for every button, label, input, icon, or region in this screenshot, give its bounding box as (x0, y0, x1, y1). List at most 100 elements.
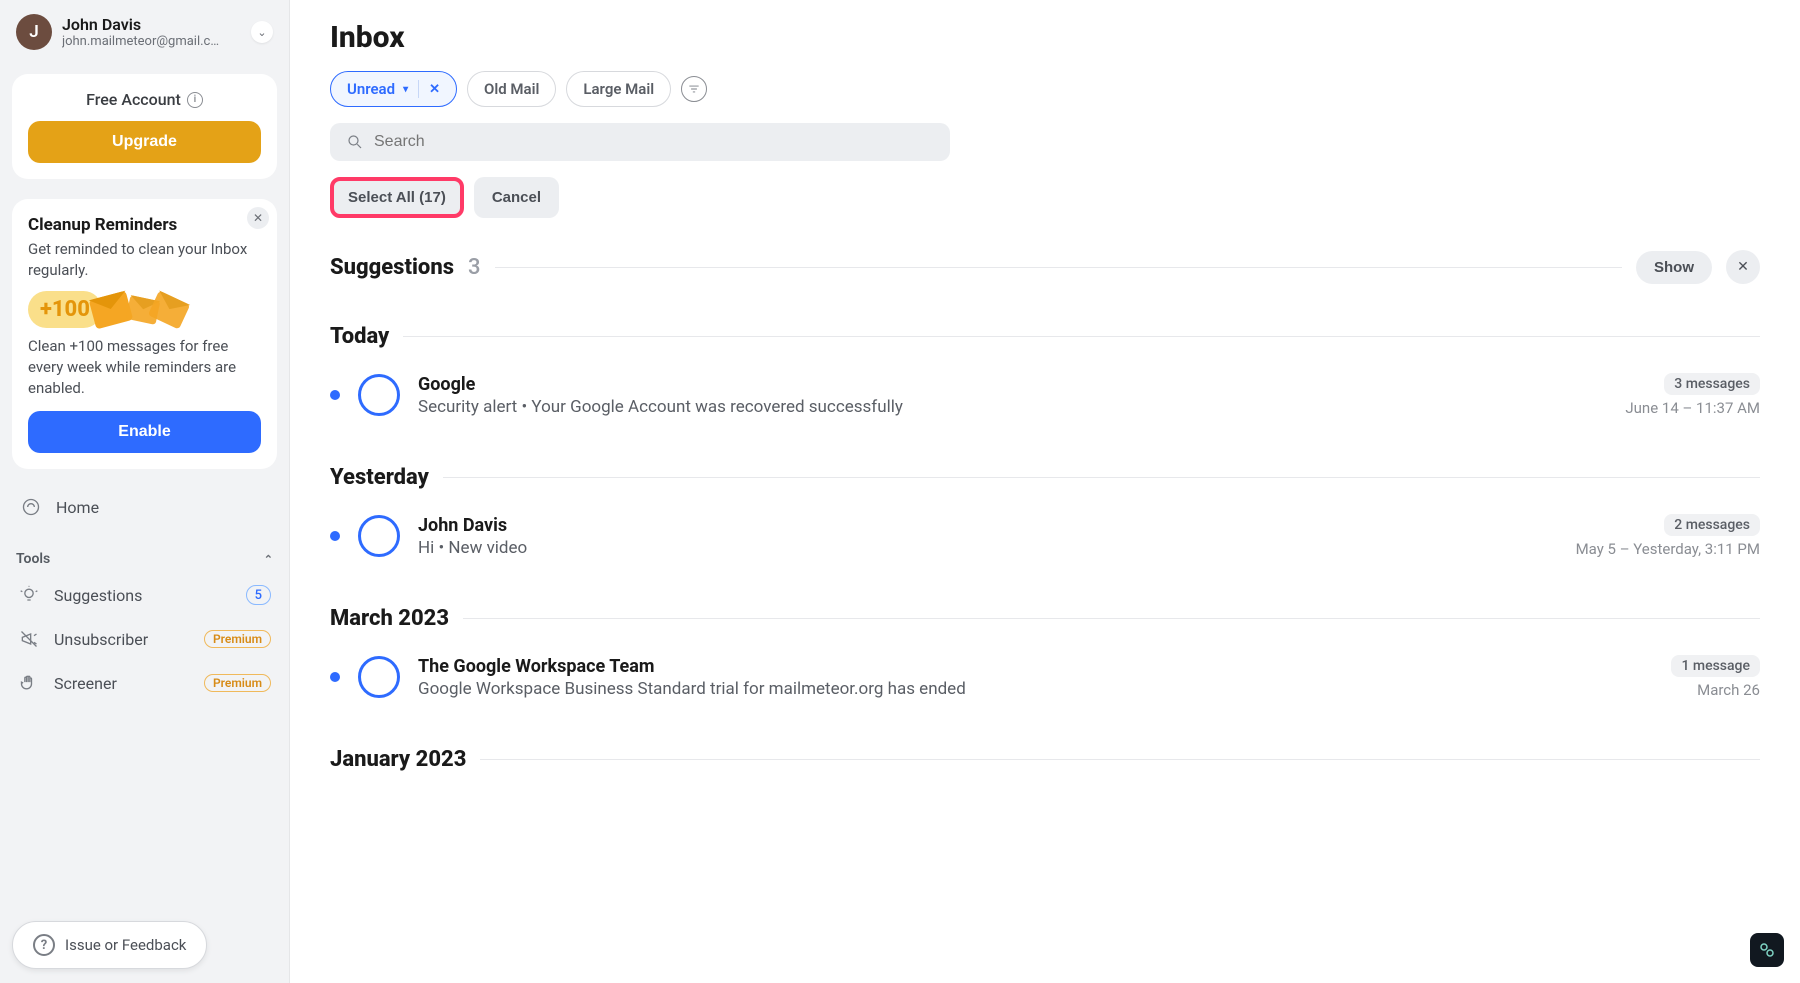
filter-label: Unread (347, 80, 395, 98)
search-field[interactable] (330, 123, 950, 161)
reminder-title: Cleanup Reminders (28, 215, 261, 235)
select-checkbox[interactable] (358, 374, 400, 416)
message-meta: 1 message March 26 (1671, 655, 1760, 699)
filter-row: Unread ▾ ✕ Old Mail Large Mail (330, 71, 1760, 107)
sidebar: J John Davis john.mailmeteor@gmail.c… ⌄ … (0, 0, 290, 983)
message-time: March 26 (1697, 681, 1760, 699)
message-sender: The Google Workspace Team (418, 656, 966, 677)
message-count: 2 messages (1664, 514, 1760, 536)
message-text: Google Security alert • Your Google Acco… (418, 374, 903, 417)
filter-chip-large-mail[interactable]: Large Mail (566, 71, 671, 107)
sidebar-item-label: Unsubscriber (54, 630, 148, 649)
section-suggestions: Suggestions 3 Show ✕ (330, 250, 1760, 284)
feedback-button[interactable]: ? Issue or Feedback (12, 921, 207, 969)
section-label: March 2023 (330, 606, 449, 631)
chevron-down-icon[interactable]: ▾ (403, 84, 408, 95)
account-tier-label: Free Account (86, 90, 181, 109)
dismiss-suggestions-icon[interactable]: ✕ (1726, 250, 1760, 284)
tools-section-header[interactable]: Tools ⌃ (12, 545, 277, 573)
floating-action-button[interactable] (1750, 933, 1784, 967)
avatar: J (16, 14, 52, 50)
message-preview: Security alert • Your Google Account was… (418, 397, 903, 417)
link-icon (1758, 941, 1776, 959)
account-tier-line: Free Account i (28, 90, 261, 109)
page-title: Inbox (330, 20, 1760, 55)
sidebar-item-suggestions[interactable]: Suggestions 5 (12, 573, 277, 617)
section-label: January 2023 (330, 747, 466, 772)
promo-graphic: +100 (28, 291, 261, 328)
divider (403, 336, 1760, 337)
help-icon: ? (33, 934, 55, 956)
unread-dot-icon (330, 531, 340, 541)
section-yesterday: Yesterday (330, 465, 1760, 490)
message-time: June 14 – 11:37 AM (1625, 399, 1760, 417)
chevron-down-icon[interactable]: ⌄ (251, 21, 273, 43)
cancel-button[interactable]: Cancel (474, 177, 559, 218)
divider (480, 759, 1760, 760)
select-all-button[interactable]: Select All (17) (330, 177, 464, 218)
sidebar-item-screener[interactable]: Screener Premium (12, 661, 277, 705)
sidebar-item-label: Home (56, 498, 99, 517)
account-tier-card: Free Account i Upgrade (12, 74, 277, 179)
sidebar-item-home[interactable]: Home (12, 487, 277, 527)
message-row[interactable]: The Google Workspace Team Google Workspa… (330, 637, 1760, 717)
reminder-subtitle: Get reminded to clean your Inbox regular… (28, 239, 261, 281)
section-label: Suggestions (330, 255, 454, 280)
lightbulb-icon (18, 585, 40, 605)
sidebar-item-label: Screener (54, 674, 117, 693)
chevron-up-icon: ⌃ (264, 553, 273, 566)
message-preview: Hi • New video (418, 538, 527, 558)
unread-dot-icon (330, 390, 340, 400)
message-count: 1 message (1671, 655, 1760, 677)
section-today: Today (330, 324, 1760, 349)
info-icon[interactable]: i (187, 92, 203, 108)
message-text: John Davis Hi • New video (418, 515, 527, 558)
sidebar-item-unsubscriber[interactable]: Unsubscriber Premium (12, 617, 277, 661)
divider (418, 80, 419, 98)
close-icon[interactable]: ✕ (247, 207, 269, 229)
message-preview: Google Workspace Business Standard trial… (418, 679, 966, 699)
filter-label: Old Mail (484, 80, 539, 98)
message-row[interactable]: Google Security alert • Your Google Acco… (330, 355, 1760, 435)
tools-label: Tools (16, 551, 50, 567)
section-label: Yesterday (330, 465, 429, 490)
search-icon (346, 133, 364, 151)
account-email: john.mailmeteor@gmail.c… (62, 34, 222, 49)
enable-button[interactable]: Enable (28, 411, 261, 453)
message-meta: 2 messages May 5 – Yesterday, 3:11 PM (1576, 514, 1760, 558)
filter-chip-unread[interactable]: Unread ▾ ✕ (330, 71, 457, 107)
section-january: January 2023 (330, 747, 1760, 772)
message-row[interactable]: John Davis Hi • New video 2 messages May… (330, 496, 1760, 576)
search-input[interactable] (374, 133, 934, 151)
reminder-description: Clean +100 messages for free every week … (28, 336, 261, 399)
filter-chip-old-mail[interactable]: Old Mail (467, 71, 556, 107)
main-content: Inbox Unread ▾ ✕ Old Mail Large Mail Sel… (290, 0, 1800, 983)
hand-icon (18, 673, 40, 693)
suggestions-count-badge: 5 (246, 585, 271, 605)
divider (443, 477, 1760, 478)
clear-filter-icon[interactable]: ✕ (429, 82, 440, 97)
upgrade-button[interactable]: Upgrade (28, 121, 261, 163)
message-sender: Google (418, 374, 903, 395)
premium-badge: Premium (204, 630, 271, 648)
account-name: John Davis (62, 15, 241, 34)
message-meta: 3 messages June 14 – 11:37 AM (1625, 373, 1760, 417)
select-checkbox[interactable] (358, 656, 400, 698)
divider (495, 267, 1622, 268)
filter-options-icon[interactable] (681, 76, 707, 102)
filter-label: Large Mail (583, 80, 654, 98)
section-count: 3 (468, 255, 481, 280)
account-switcher[interactable]: J John Davis john.mailmeteor@gmail.c… ⌄ (12, 10, 277, 54)
account-text: John Davis john.mailmeteor@gmail.c… (62, 15, 241, 49)
section-label: Today (330, 324, 389, 349)
show-button[interactable]: Show (1636, 251, 1712, 284)
select-checkbox[interactable] (358, 515, 400, 557)
message-time: May 5 – Yesterday, 3:11 PM (1576, 540, 1760, 558)
message-count: 3 messages (1664, 373, 1760, 395)
unread-dot-icon (330, 672, 340, 682)
megaphone-off-icon (18, 629, 40, 649)
sidebar-item-label: Suggestions (54, 586, 142, 605)
premium-badge: Premium (204, 674, 271, 692)
message-sender: John Davis (418, 515, 527, 536)
section-march: March 2023 (330, 606, 1760, 631)
